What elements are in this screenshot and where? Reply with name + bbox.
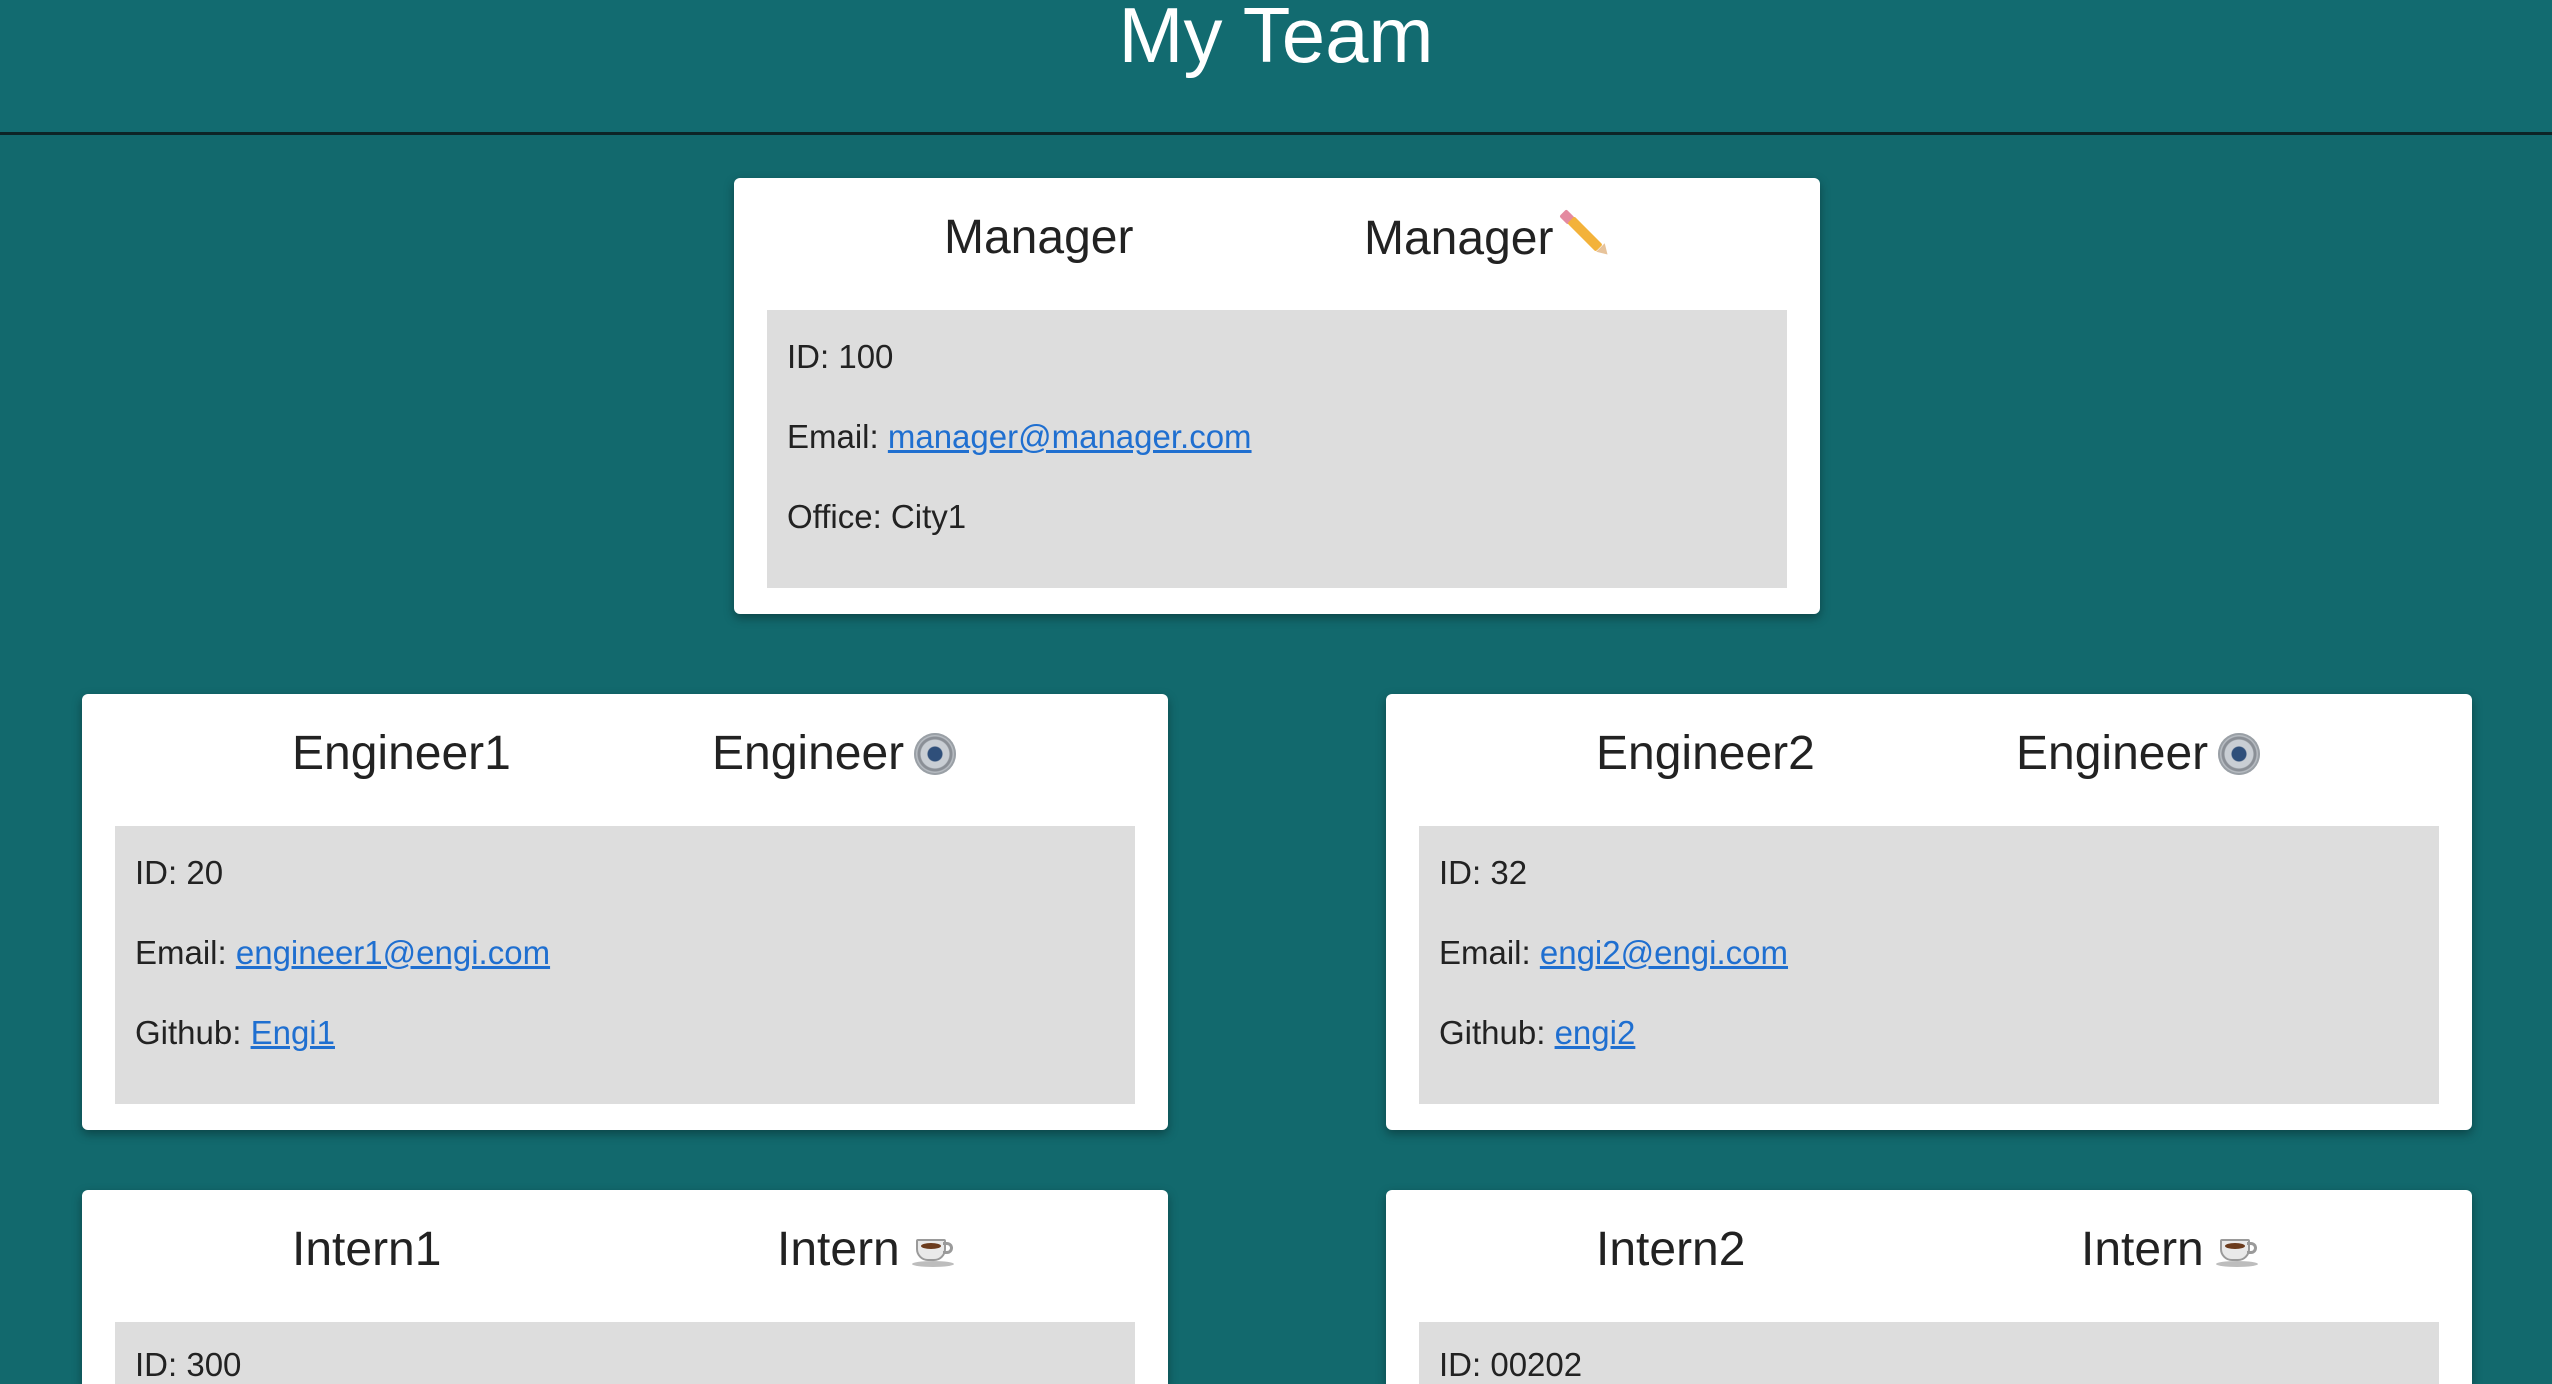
card-details: ID: 100 Email: manager@manager.com Offic… [767, 310, 1787, 588]
email-link[interactable]: engi2@engi.com [1540, 934, 1788, 971]
employee-email-row: Email: engineer1@engi.com [135, 934, 550, 972]
card-details: ID: 00202 [1419, 1322, 2439, 1384]
email-label: Email: [1439, 934, 1540, 971]
employee-office: Office: City1 [787, 498, 967, 535]
page-title: My Team [1118, 0, 1434, 79]
card-header: Engineer1 Engineer [82, 694, 1168, 826]
role-label: Manager [1364, 212, 1554, 265]
employee-name: Manager [944, 211, 1134, 264]
coffee-icon [2215, 1229, 2260, 1269]
card-details: ID: 32 Email: engi2@engi.com Github: eng… [1419, 826, 2439, 1104]
card-header: Intern1 Intern [82, 1190, 1168, 1322]
gear-icon [914, 733, 957, 775]
employee-name: Engineer2 [1596, 727, 1815, 780]
card-header: Intern2 Intern [1386, 1190, 2472, 1322]
employee-id: ID: 300 [135, 1346, 242, 1383]
engineer-card: Engineer2 Engineer ID: 32 Email: engi2@e… [1386, 694, 2472, 1130]
employee-role: Intern [2081, 1222, 2260, 1278]
manager-card: Manager Manager ID: 100 Email: manager@m… [734, 178, 1820, 614]
employee-id: ID: 20 [135, 854, 224, 891]
role-label: Intern [777, 1223, 900, 1276]
card-header: Manager Manager [734, 178, 1820, 310]
gear-icon [2218, 733, 2261, 775]
employee-role: Intern [777, 1222, 956, 1278]
employee-email-row: Email: engi2@engi.com [1439, 934, 1788, 972]
employee-id: ID: 32 [1439, 854, 1528, 891]
employee-name: Intern2 [1596, 1223, 1746, 1276]
employee-github-row: Github: engi2 [1439, 1014, 1635, 1052]
email-link[interactable]: manager@manager.com [888, 418, 1252, 455]
role-label: Engineer [712, 727, 905, 780]
employee-id: ID: 100 [787, 338, 894, 375]
employee-name: Engineer1 [292, 727, 511, 780]
coffee-icon [911, 1229, 956, 1269]
employee-name: Intern1 [292, 1223, 442, 1276]
card-details: ID: 300 [115, 1322, 1135, 1384]
employee-email-row: Email: manager@manager.com [787, 418, 1252, 456]
github-label: Github: [1439, 1014, 1555, 1051]
role-label: Engineer [2016, 727, 2209, 780]
employee-role: Engineer [2016, 726, 2261, 782]
employee-github-row: Github: Engi1 [135, 1014, 335, 1052]
intern-card: Intern1 Intern ID: 300 [82, 1190, 1168, 1384]
email-label: Email: [135, 934, 236, 971]
intern-card: Intern2 Intern ID: 00202 [1386, 1190, 2472, 1384]
github-link[interactable]: engi2 [1555, 1014, 1636, 1051]
employee-role: Manager [1364, 209, 1613, 267]
github-link[interactable]: Engi1 [251, 1014, 335, 1051]
pencil-icon [1559, 209, 1613, 259]
card-header: Engineer2 Engineer [1386, 694, 2472, 826]
employee-role: Engineer [712, 726, 957, 782]
employee-id: ID: 00202 [1439, 1346, 1583, 1383]
engineer-card: Engineer1 Engineer ID: 20 Email: enginee… [82, 694, 1168, 1130]
email-label: Email: [787, 418, 888, 455]
page-header: My Team [0, 0, 2552, 135]
email-link[interactable]: engineer1@engi.com [236, 934, 550, 971]
github-label: Github: [135, 1014, 251, 1051]
role-label: Intern [2081, 1223, 2204, 1276]
card-details: ID: 20 Email: engineer1@engi.com Github:… [115, 826, 1135, 1104]
